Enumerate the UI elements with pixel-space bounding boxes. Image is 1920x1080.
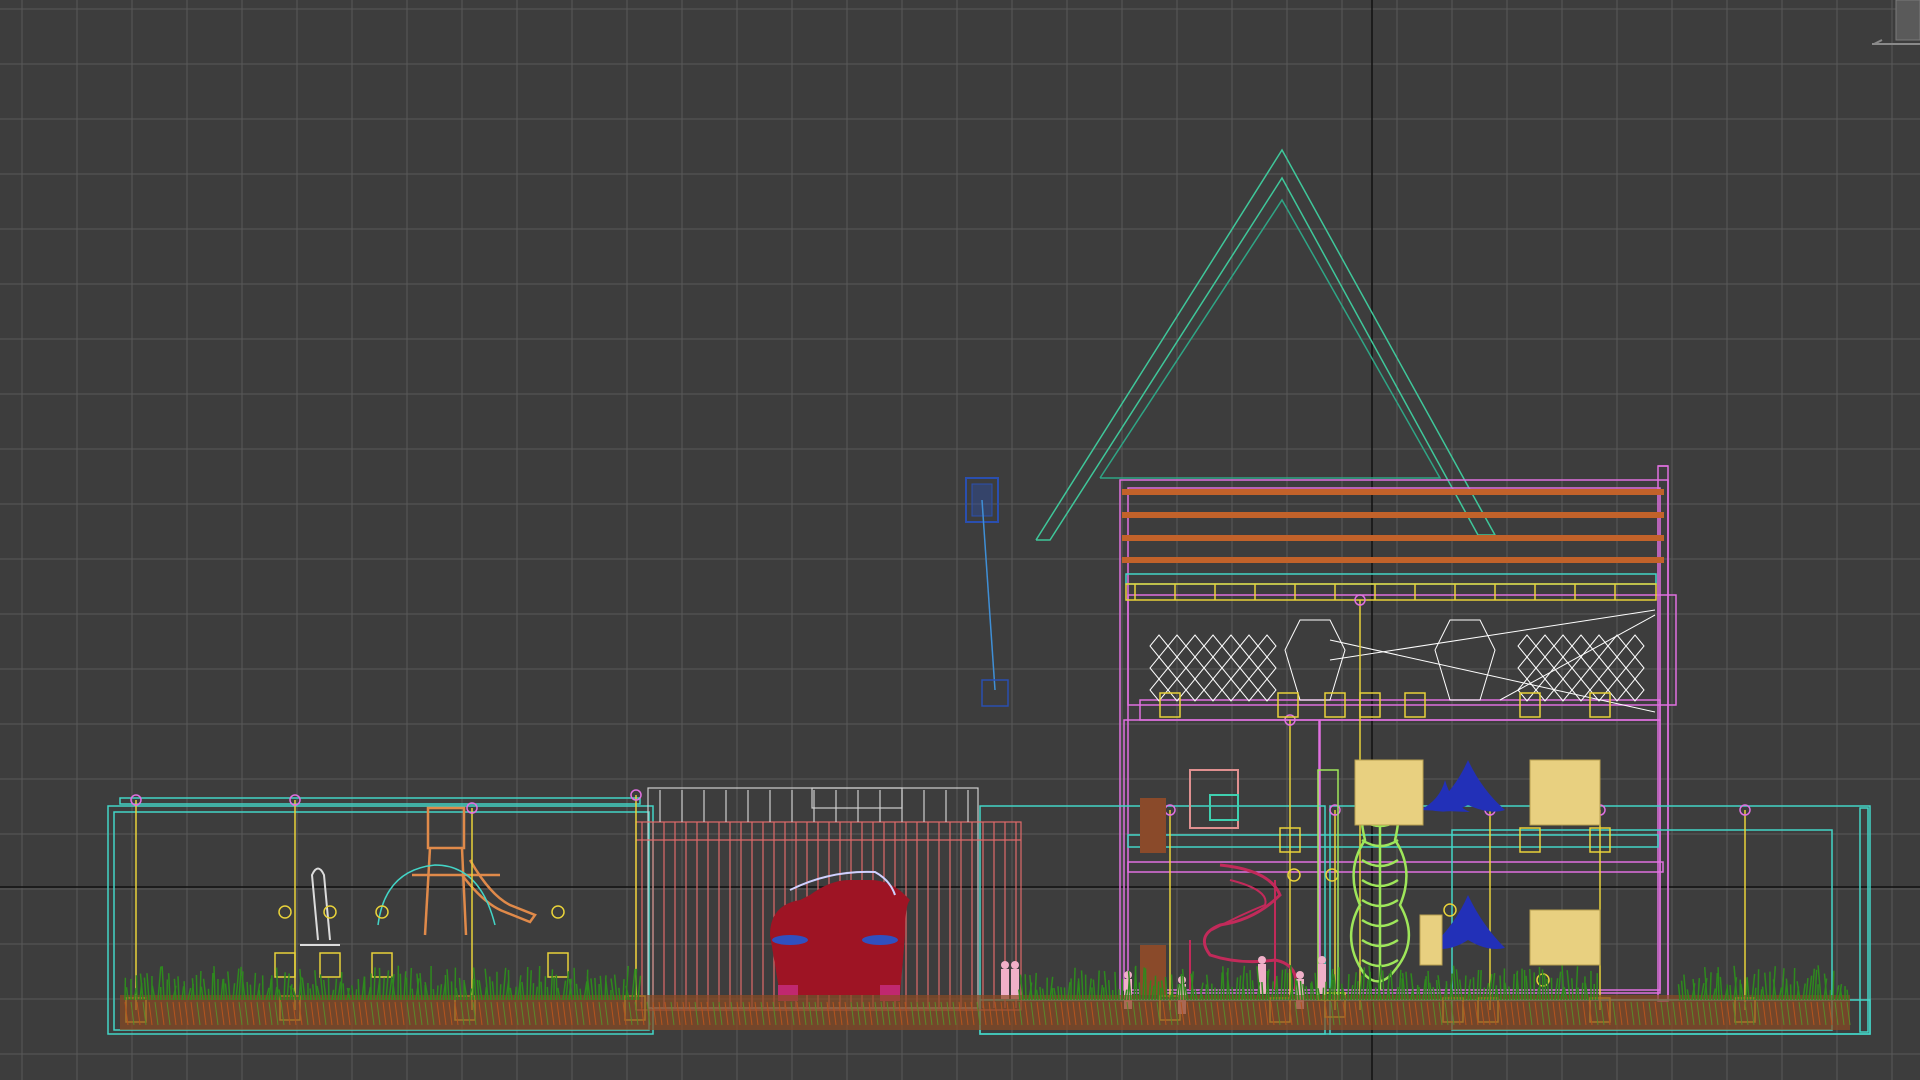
front-viewport[interactable] (0, 0, 1920, 1080)
viewcube-icon[interactable] (1872, 0, 1920, 52)
viewport-canvas[interactable] (0, 0, 1920, 1080)
